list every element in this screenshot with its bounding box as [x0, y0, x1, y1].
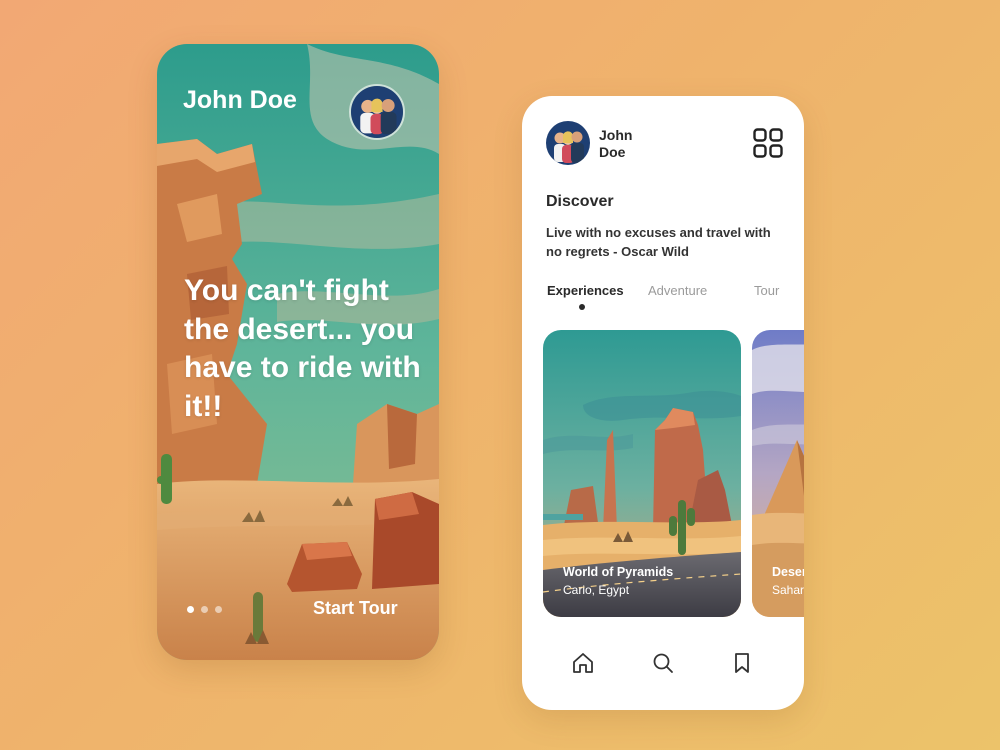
page-title: Discover	[546, 193, 614, 210]
bookmark-icon[interactable]	[730, 651, 754, 675]
avatar-image	[546, 121, 590, 165]
card-title: World of Pyramids	[563, 565, 674, 579]
bottom-nav	[522, 651, 804, 681]
pager-dots[interactable]	[187, 606, 222, 613]
search-icon[interactable]	[651, 651, 675, 675]
quote-text: Live with no excuses and travel with no …	[546, 225, 771, 259]
home-icon[interactable]	[571, 651, 595, 675]
onboarding-screen: John Doe You can't fight the desert... y…	[157, 44, 439, 660]
start-tour-button[interactable]: Start Tour	[313, 598, 403, 619]
card-title: Deser	[772, 565, 804, 579]
card-location: Cario, Egypt	[563, 583, 630, 597]
grid-icon[interactable]	[753, 128, 783, 158]
user-name: John Doe	[599, 127, 633, 160]
pager-dot-3[interactable]	[215, 606, 222, 613]
tab-tour[interactable]: Tour	[754, 283, 779, 298]
discover-screen: John Doe Discover Live with no excuses a…	[522, 96, 804, 710]
category-tabs: Experiences Adventure Tour	[522, 283, 804, 313]
destination-card[interactable]: World of Pyramids Cario, Egypt	[543, 330, 741, 617]
user-name: John Doe	[183, 86, 297, 114]
avatar[interactable]	[349, 84, 405, 140]
destination-card[interactable]: Deser Sahar	[752, 330, 804, 617]
tab-experiences[interactable]: Experiences	[547, 283, 624, 298]
active-tab-indicator	[579, 304, 585, 310]
pager-dot-2[interactable]	[201, 606, 208, 613]
headline: You can't fight the desert... you have t…	[184, 274, 421, 423]
avatar-image	[351, 86, 403, 138]
avatar[interactable]	[546, 121, 590, 165]
tab-adventure[interactable]: Adventure	[648, 283, 707, 298]
card-location: Sahar	[772, 583, 804, 597]
pager-dot-1[interactable]	[187, 606, 194, 613]
